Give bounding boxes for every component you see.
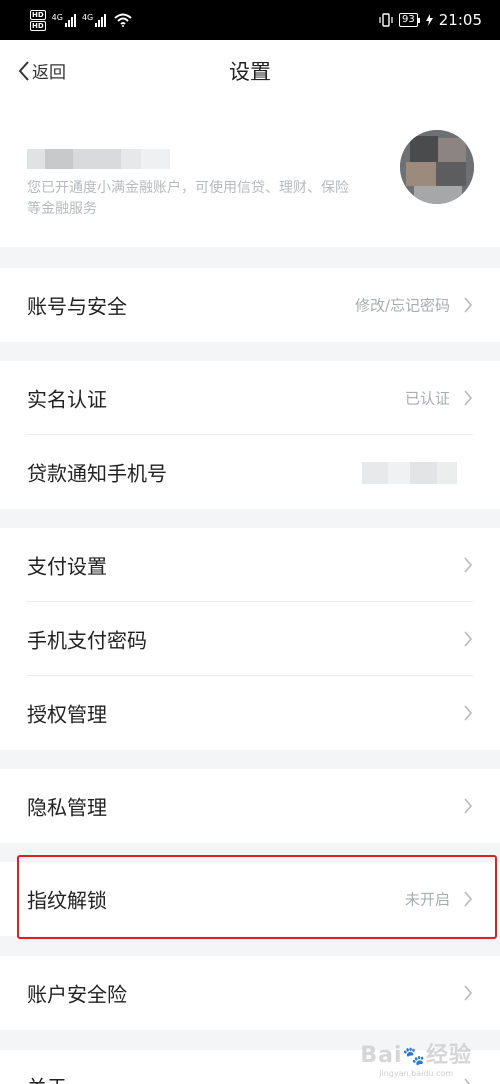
- row-label: 账户安全险: [27, 982, 127, 1007]
- account-insurance-row[interactable]: 账户安全险: [0, 956, 500, 1030]
- battery-level: 93: [399, 13, 418, 27]
- payment-password-row[interactable]: 手机支付密码: [0, 602, 500, 676]
- avatar[interactable]: [400, 130, 474, 204]
- authorization-row[interactable]: 授权管理: [0, 676, 500, 750]
- charging-icon: [425, 14, 433, 26]
- profile-card[interactable]: 您已开通度小满金融账户，可使用信贷、理财、保险等金融服务: [0, 102, 500, 247]
- battery-icon: 93: [399, 13, 420, 27]
- chevron-right-icon: [464, 705, 473, 721]
- row-label: 账号与安全: [27, 294, 127, 319]
- row-label: 贷款通知手机号: [27, 461, 167, 486]
- chevron-right-icon: [464, 985, 473, 1001]
- real-name-row[interactable]: 实名认证 已认证: [0, 361, 500, 435]
- chevron-right-icon: [464, 1078, 471, 1084]
- loan-phone-row[interactable]: 贷款通知手机号: [0, 435, 500, 509]
- chevron-right-icon: [464, 631, 473, 647]
- vibrate-icon: [379, 13, 393, 27]
- chevron-right-icon: [464, 390, 473, 406]
- privacy-row[interactable]: 隐私管理: [0, 769, 500, 843]
- row-label: 隐私管理: [27, 795, 107, 820]
- chevron-right-icon: [464, 798, 473, 814]
- phone-number-blurred: [362, 462, 457, 484]
- row-label: 实名认证: [27, 387, 107, 412]
- user-name-blurred: [27, 149, 170, 169]
- row-label: 支付设置: [27, 554, 107, 579]
- status-bar: HD HD 4G 4G 93 21:05: [0, 0, 500, 40]
- nav-bar: 返回 设置: [0, 40, 500, 102]
- status-bar-left: HD HD 4G 4G: [30, 9, 132, 31]
- status-time: 21:05: [438, 11, 482, 29]
- signal-icon: 4G: [52, 13, 76, 27]
- status-bar-right: 93 21:05: [379, 11, 482, 29]
- row-label: 手机支付密码: [27, 628, 147, 653]
- watermark-logo: Bai🐾经验 jingyan.baidu.com: [360, 1043, 472, 1078]
- row-value: 已认证: [404, 389, 450, 408]
- highlight-box: [17, 855, 497, 939]
- chevron-right-icon: [464, 297, 473, 313]
- profile-description: 您已开通度小满金融账户，可使用信贷、理财、保险等金融服务: [27, 180, 349, 217]
- signal-icon-2: 4G: [82, 13, 107, 27]
- chevron-right-icon: [464, 557, 473, 573]
- hd-badge: HD: [30, 9, 46, 20]
- row-value: 修改/忘记密码: [354, 296, 450, 315]
- row-label: 关于: [27, 1072, 67, 1084]
- account-security-row[interactable]: 账号与安全 修改/忘记密码: [0, 268, 500, 342]
- row-label: 授权管理: [27, 702, 107, 727]
- page-title: 设置: [229, 60, 271, 84]
- wifi-icon: [114, 13, 132, 27]
- payment-settings-row[interactable]: 支付设置: [0, 528, 500, 602]
- hd-badge-2: HD: [30, 20, 46, 31]
